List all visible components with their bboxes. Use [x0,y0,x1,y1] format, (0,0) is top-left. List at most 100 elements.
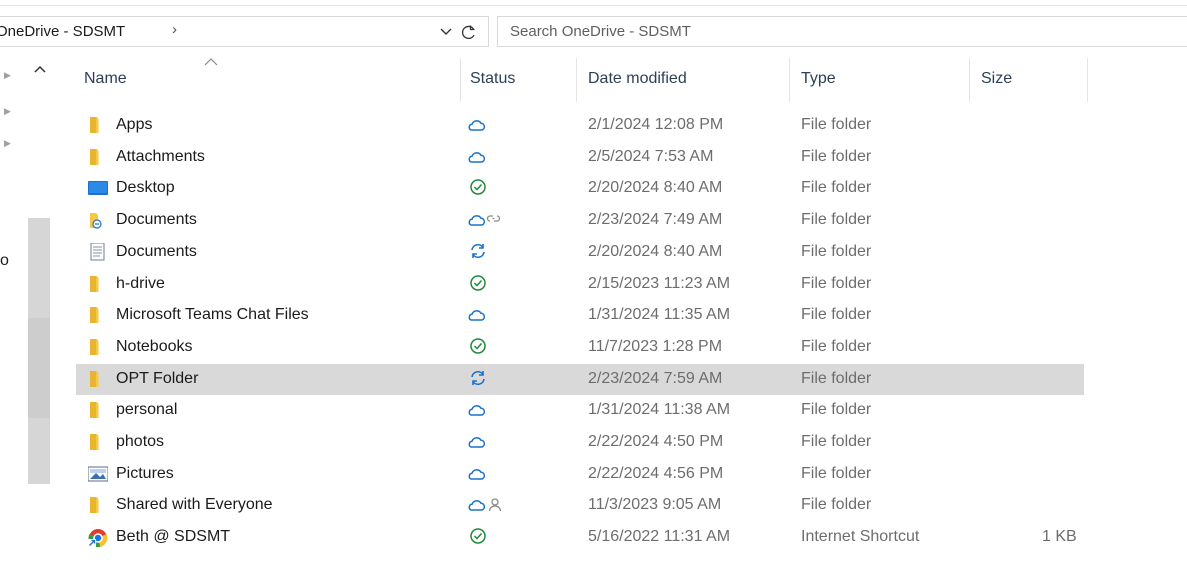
cloud-icon [468,114,488,134]
file-row[interactable]: Beth @ SDSMT 5/16/2022 11:31 AM Internet S… [76,522,1084,553]
synced-check-icon [468,177,488,197]
file-name[interactable]: personal [116,401,177,419]
column-divider[interactable] [576,58,577,102]
file-name[interactable]: Microsoft Teams Chat Files [116,306,309,324]
column-header-name[interactable]: Name [84,70,127,88]
file-date-modified: 1/31/2024 11:35 AM [588,306,731,324]
file-row[interactable]: Pictures 2/22/2024 4:56 PM File folder [76,459,1084,490]
file-name[interactable]: Apps [116,116,152,134]
nav-scrollbar[interactable] [28,218,50,484]
file-row[interactable]: OPT Folder 2/23/2024 7:59 AM File folder [76,363,1084,395]
column-divider[interactable] [969,58,970,102]
synced-check-icon [468,273,488,293]
search-box[interactable]: Search OneDrive - SDSMT [497,16,1187,47]
file-name[interactable]: Attachments [116,148,205,166]
file-type: File folder [801,433,872,450]
cloud-icon [468,304,488,324]
cloud-shared-icon [468,494,506,514]
file-row[interactable]: Attachments 2/5/2024 7:53 AM File folder [76,142,1084,173]
folder-icon [88,433,108,451]
file-date-modified: 2/22/2024 4:50 PM [588,433,724,450]
column-header-status[interactable]: Status [470,70,515,88]
folder-icon [88,116,108,134]
synced-check-icon [468,336,488,356]
file-row[interactable]: photos 2/22/2024 4:50 PM File folder [76,427,1084,458]
expand-arrow-icon[interactable]: ▶ [4,106,11,117]
column-header-date[interactable]: Date modified [588,70,687,88]
folder-icon [88,306,108,324]
file-name[interactable]: Documents [116,243,197,261]
file-row[interactable]: Microsoft Teams Chat Files 1/31/2024 11:3… [76,300,1084,331]
file-name[interactable]: h-drive [116,275,165,293]
file-date-modified: 2/23/2024 7:49 AM [588,211,723,229]
file-type: File folder [801,116,872,133]
file-name[interactable]: Beth @ SDSMT [116,528,230,546]
file-name[interactable]: Pictures [116,465,174,483]
file-name[interactable]: Desktop [116,179,175,197]
file-date-modified: 2/1/2024 12:08 PM [588,116,724,133]
file-name[interactable]: Notebooks [116,338,193,356]
file-type: File folder [801,401,872,419]
search-input[interactable]: Search OneDrive - SDSMT [510,23,691,40]
file-date-modified: 2/20/2024 8:40 AM [588,242,723,260]
cloud-link-icon [468,209,506,229]
scroll-up-icon[interactable] [34,64,46,74]
file-type: File folder [801,211,872,229]
file-name[interactable]: OPT Folder [116,370,198,388]
file-row[interactable]: Documents 2/23/2024 7:49 AM File folder [76,205,1084,236]
folder-icon [88,148,108,166]
column-header-size[interactable]: Size [981,70,1012,88]
shared-folder-icon [88,211,108,229]
column-header-type[interactable]: Type [801,70,836,88]
file-type: File folder [801,369,872,387]
expand-arrow-icon[interactable]: ▶ [4,138,11,149]
nav-item-label[interactable]: o [0,252,9,270]
sort-ascending-icon [204,58,218,66]
file-row[interactable]: Apps 2/1/2024 12:08 PM File folder [76,110,1084,141]
column-divider[interactable] [1087,58,1088,102]
file-row[interactable]: personal 1/31/2024 11:38 AM File folder [76,395,1084,426]
folder-icon [88,275,108,293]
file-name[interactable]: photos [116,433,164,451]
file-row[interactable]: Notebooks 11/7/2023 1:28 PM File folder [76,332,1084,363]
file-type: File folder [801,464,872,482]
file-row[interactable]: Shared with Everyone 11/3/2023 9:05 AM Fil… [76,490,1084,521]
file-name[interactable]: Shared with Everyone [116,496,273,514]
folder-icon [88,370,108,388]
scrollbar-thumb[interactable] [28,318,50,418]
file-type: File folder [801,147,872,165]
file-date-modified: 2/5/2024 7:53 AM [588,147,714,165]
address-path[interactable]: OneDrive - SDSMT [0,23,125,40]
column-headers: Name Status Date modified Type Size [76,58,1088,102]
column-divider[interactable] [460,58,461,102]
cloud-icon [468,463,488,483]
refresh-icon[interactable] [460,23,478,41]
chevron-down-icon[interactable] [439,24,453,38]
file-row[interactable]: h-drive 2/15/2023 11:23 AM File folder [76,269,1084,300]
file-date-modified: 11/3/2023 9:05 AM [588,496,722,514]
file-row[interactable]: Documents 2/20/2024 8:40 AM File folder [76,237,1084,268]
expand-arrow-icon[interactable]: ▶ [4,70,11,81]
folder-icon [88,496,108,514]
window-top-border [0,5,1187,6]
file-type: File folder [801,179,872,197]
file-name[interactable]: Documents [116,211,197,229]
file-date-modified: 11/7/2023 1:28 PM [588,337,723,355]
file-date-modified: 5/16/2022 11:31 AM [588,528,731,546]
address-bar[interactable]: OneDrive - SDSMT › [0,16,489,47]
file-row[interactable]: Desktop 2/20/2024 8:40 AM File folder [76,173,1084,204]
cloud-icon [468,431,488,451]
breadcrumb-separator[interactable]: › [172,21,177,38]
navigation-pane: ▶ ▶ ▶ o [0,58,52,566]
file-type: Internet Shortcut [801,528,920,546]
file-date-modified: 1/31/2024 11:38 AM [588,401,731,419]
column-divider[interactable] [789,58,790,102]
file-type: File folder [801,306,872,324]
cloud-icon [468,399,488,419]
synced-check-icon [468,526,488,546]
file-date-modified: 2/23/2024 7:59 AM [588,369,723,387]
file-type: File folder [801,274,872,292]
file-type: File folder [801,242,872,260]
cloud-icon [468,146,488,166]
folder-icon [88,401,108,419]
